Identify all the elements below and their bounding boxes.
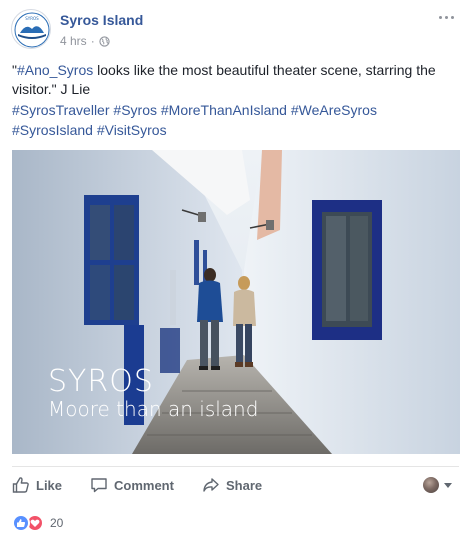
comment-button[interactable]: Comment	[90, 476, 174, 494]
caption-subtitle: Moore than an island	[48, 397, 259, 421]
meta-separator: ·	[90, 34, 95, 48]
like-label: Like	[36, 477, 63, 493]
hashtag-link[interactable]: #VisitSyros	[97, 122, 167, 138]
hashtag-link[interactable]: #MoreThanAnIsland	[161, 102, 287, 118]
page-avatar[interactable]: SYROS	[11, 9, 51, 49]
actor-avatar	[423, 477, 439, 493]
globe-icon[interactable]	[99, 35, 110, 47]
reactions-summary[interactable]: 20	[12, 514, 63, 532]
caret-down-icon	[444, 482, 452, 488]
post-text: "#Ano_Syros looks like the most beautifu…	[12, 61, 452, 99]
thumbs-up-icon	[12, 477, 29, 493]
post-timestamp[interactable]: 4 hrs	[60, 34, 87, 48]
hashtag-link[interactable]: #SyrosIsland	[12, 122, 93, 138]
like-reaction-icon	[12, 514, 30, 532]
comment-label: Comment	[114, 477, 174, 493]
page-name-link[interactable]: Syros Island	[60, 12, 143, 28]
photo-caption: SYROS Moore than an island	[48, 364, 259, 421]
share-arrow-icon	[203, 478, 219, 492]
hashtag-link[interactable]: #Ano_Syros	[17, 62, 93, 78]
syros-logo-icon: SYROS	[14, 12, 50, 48]
more-options-button[interactable]	[439, 12, 455, 22]
like-button[interactable]: Like	[12, 476, 62, 494]
caption-title: SYROS	[48, 364, 154, 399]
comment-icon	[91, 478, 107, 493]
post-meta: 4 hrs ·	[60, 34, 110, 48]
hashtag-link[interactable]: #WeAreSyros	[291, 102, 377, 118]
hashtag-link[interactable]: #SyrosTraveller	[12, 102, 110, 118]
hashtag-link[interactable]: #Syros	[113, 102, 157, 118]
action-divider	[12, 466, 459, 467]
share-label: Share	[226, 477, 263, 493]
svg-text:SYROS: SYROS	[25, 16, 39, 21]
reaction-count: 20	[50, 516, 64, 530]
hashtag-list: #SyrosTraveller #Syros #MoreThanAnIsland…	[12, 100, 452, 140]
share-button[interactable]: Share	[202, 476, 262, 494]
post-photo[interactable]: SYROS Moore than an island	[12, 150, 460, 454]
facebook-post: SYROS Syros Island 4 hrs · "#Ano_Syros l…	[0, 0, 471, 533]
ellipsis-icon	[439, 15, 442, 19]
actor-selector[interactable]	[423, 477, 452, 493]
